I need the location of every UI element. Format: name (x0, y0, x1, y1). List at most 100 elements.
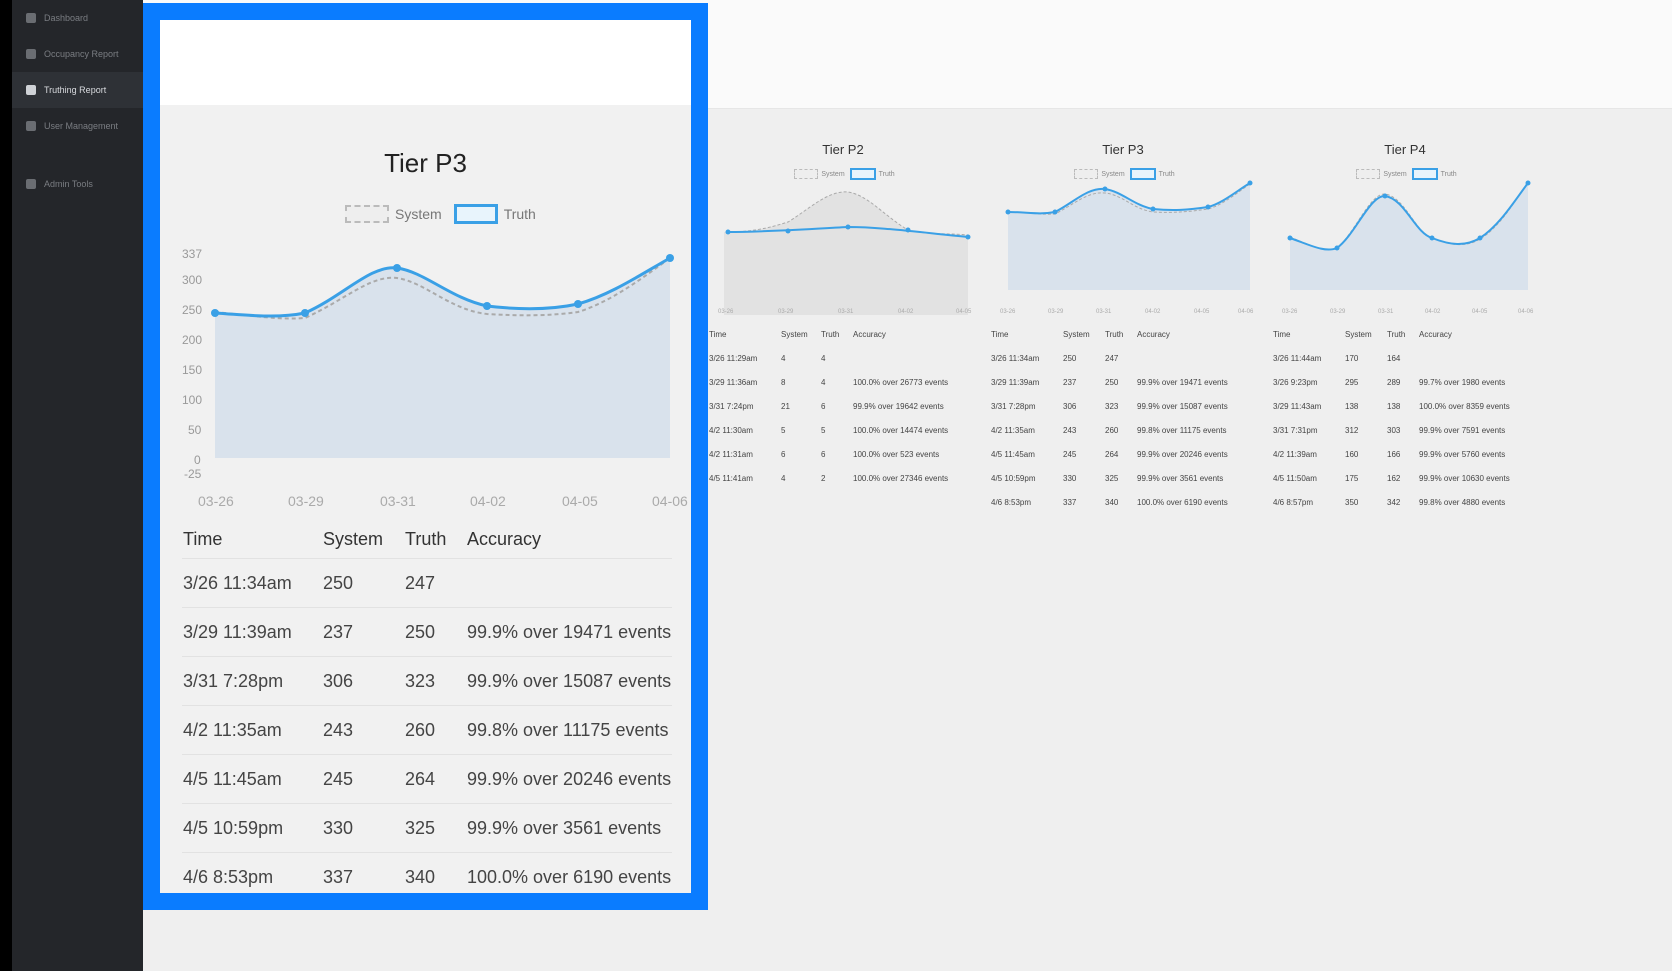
system-area (724, 191, 968, 315)
cell: 247 (404, 558, 466, 608)
cell: 100.0% over 8359 events (1419, 401, 1510, 411)
cell: 6 (821, 449, 826, 459)
legend-truth-label[interactable]: Truth (504, 206, 536, 222)
table-row: 4/5 11:50am 175 162 99.9% over 10630 events (1273, 466, 1510, 490)
legend-truth-swatch[interactable] (453, 204, 498, 224)
x-tick: 04-02 (1425, 309, 1441, 315)
table-row: 3/31 7:28pm 306 323 99.9% over 15087 events (182, 656, 673, 706)
data-table-tier-p4: Time System Truth Accuracy 3/26 11:44am 1… (1273, 322, 1510, 514)
y-tick: 200 (182, 333, 202, 347)
x-tick: 04-05 (562, 493, 598, 509)
x-tick: 03-26 (1282, 309, 1298, 315)
cell: 138 (1387, 401, 1401, 411)
cell: 3/29 11:39am (991, 377, 1040, 387)
cell: 237 (322, 607, 404, 657)
cell: 3/26 9:23pm (1273, 377, 1318, 387)
x-tick: 04-06 (652, 493, 688, 509)
cell: 325 (404, 803, 466, 853)
y-tick: 50 (188, 423, 202, 437)
cell (466, 558, 673, 608)
table-row: 4/2 11:30am 5 5 100.0% over 14474 events (709, 418, 948, 442)
cell: 323 (404, 656, 466, 706)
x-tick: 03-31 (1096, 309, 1112, 315)
gears-icon (26, 179, 36, 189)
x-tick: 04-05 (1194, 309, 1210, 315)
truth-point (1052, 209, 1058, 215)
truth-point (905, 227, 911, 233)
col-header-accuracy: Accuracy (853, 329, 886, 339)
truth-point (483, 302, 491, 310)
cell: 295 (1345, 377, 1359, 387)
cell: 4/6 8:57pm (1273, 497, 1314, 507)
sidebar-item-dashboard[interactable]: Dashboard (12, 0, 143, 36)
col-header-system: System (781, 329, 808, 339)
y-tick: 100 (182, 393, 202, 407)
col-header-truth: Truth (1387, 329, 1406, 339)
table-header-row: Time System Truth Accuracy (1273, 322, 1510, 346)
chart-title: Tier P2 (822, 142, 864, 157)
cell: 4/5 11:41am (709, 473, 753, 483)
sidebar-item-label: Admin Tools (44, 179, 93, 189)
cell: 5 (781, 425, 786, 435)
cell: 4 (821, 353, 826, 363)
cell: 260 (404, 705, 466, 755)
cell: 340 (404, 852, 466, 893)
y-tick: -25 (184, 467, 202, 481)
col-header-accuracy: Accuracy (467, 528, 542, 549)
truth-point (666, 254, 674, 262)
cell: 99.9% over 15087 events (466, 656, 673, 706)
truth-point (1287, 235, 1293, 241)
cell: 99.9% over 15087 events (1137, 401, 1228, 411)
table-row: 4/5 11:41am 4 2 100.0% over 27346 events (709, 466, 948, 490)
chart-title: Tier P3 (384, 148, 467, 178)
sidebar-item-truthing-report[interactable]: Truthing Report (12, 72, 143, 108)
truth-point (574, 300, 582, 308)
truth-point (785, 228, 791, 234)
cell: 100.0% over 27346 events (853, 473, 949, 483)
cell: 250 (1063, 353, 1077, 363)
cell: 260 (1105, 425, 1119, 435)
truth-point (1150, 206, 1156, 212)
table-row: 4/5 10:59pm 330 325 99.9% over 3561 events (182, 803, 673, 853)
chart-legend: System Truth (345, 204, 536, 224)
cell: 99.8% over 4880 events (1419, 497, 1506, 507)
y-tick: 150 (182, 363, 202, 377)
chart-title: Tier P4 (1384, 142, 1426, 157)
chart-plot: 03-26 03-29 03-31 04-02 04-05 04-06 (1000, 180, 1254, 315)
cell: 3/26 11:34am (182, 558, 322, 608)
sidebar-item-user-management[interactable]: User Management (12, 108, 143, 144)
table-row: 3/29 11:36am 8 4 100.0% over 26773 events (709, 370, 948, 394)
x-tick: 04-06 (1518, 309, 1534, 315)
cell: 4/5 11:50am (1273, 473, 1317, 483)
x-tick: 03-31 (380, 493, 416, 509)
cell: 330 (1063, 473, 1077, 483)
legend-system-label[interactable]: System (395, 206, 442, 222)
x-axis-ticks: 03-26 03-29 03-31 04-02 04-05 04-06 (1282, 309, 1534, 315)
cell: 237 (1063, 377, 1077, 387)
col-header-truth: Truth (1105, 329, 1124, 339)
truth-point (1382, 193, 1388, 199)
legend-system-swatch[interactable] (345, 205, 389, 223)
chart-plot: 03-26 03-29 03-31 04-02 04-05 (718, 191, 972, 315)
sidebar-item-occupancy-report[interactable]: Occupancy Report (12, 36, 143, 72)
cell: 4/5 10:59pm (182, 803, 322, 853)
cell: 289 (1387, 377, 1401, 387)
col-header-time: Time (991, 329, 1009, 339)
zoomed-highlight-tier-p3: Tier P3 System Truth 337 300 250 200 150… (143, 3, 708, 910)
cell: 3/29 11:39am (182, 607, 322, 657)
cell: 4 (821, 377, 826, 387)
x-tick: 03-29 (1330, 309, 1346, 315)
cell: 245 (322, 754, 404, 804)
sidebar-item-admin-tools[interactable]: Admin Tools (12, 166, 143, 202)
cell: 330 (322, 803, 404, 853)
cell: 3/26 11:34am (991, 353, 1040, 363)
cell: 4/6 8:53pm (991, 497, 1032, 507)
cell: 3/31 7:28pm (182, 656, 322, 706)
table-row: 4/2 11:35am 243 260 99.8% over 11175 events (182, 705, 673, 755)
sidebar-item-label: Occupancy Report (44, 49, 119, 59)
x-tick: 03-29 (778, 309, 794, 315)
truth-point (1205, 204, 1211, 210)
cell: 5 (821, 425, 826, 435)
cell: 4/2 11:30am (709, 425, 753, 435)
cell: 243 (1063, 425, 1077, 435)
